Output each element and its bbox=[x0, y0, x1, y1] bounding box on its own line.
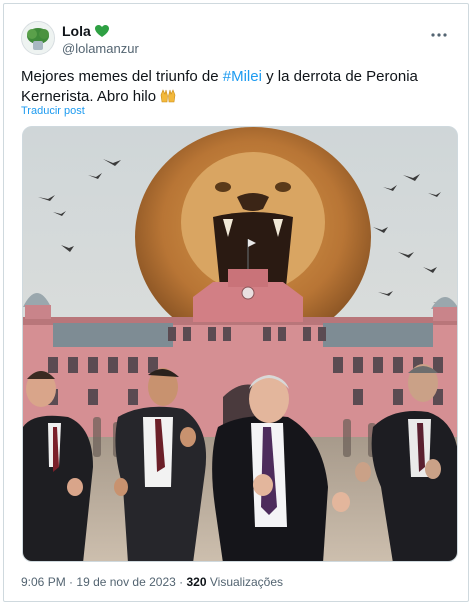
footer-separator-2: · bbox=[179, 575, 184, 589]
footer-separator: · bbox=[69, 575, 74, 589]
post-text: Mejores memes del triunfo de #Milei y la… bbox=[21, 67, 461, 107]
post-card: Lola @lolamanzur Mejores memes del triun… bbox=[3, 3, 469, 602]
views-label: Visualizações bbox=[209, 575, 284, 589]
more-options-icon[interactable] bbox=[429, 25, 449, 45]
author-handle[interactable]: @lolamanzur bbox=[62, 40, 139, 57]
meme-illustration bbox=[23, 127, 457, 561]
post-time[interactable]: 9:06 PM bbox=[21, 575, 66, 589]
post-footer: 9:06 PM · 19 de nov de 2023 · 320 Visual… bbox=[21, 575, 283, 589]
raised-hands-icon bbox=[160, 89, 176, 103]
author-names: Lola @lolamanzur bbox=[62, 23, 139, 57]
author-display-name-row[interactable]: Lola bbox=[62, 23, 139, 40]
post-media-image[interactable] bbox=[22, 126, 458, 562]
post-text-start: Mejores memes del triunfo de bbox=[21, 68, 223, 85]
avatar[interactable] bbox=[21, 21, 55, 55]
green-heart-icon bbox=[94, 25, 109, 37]
views-count[interactable]: 320 bbox=[187, 575, 207, 589]
post-date[interactable]: 19 de nov de 2023 bbox=[76, 575, 175, 589]
avatar-image bbox=[22, 22, 54, 54]
post-header: Lola @lolamanzur bbox=[21, 19, 451, 59]
author-display-name[interactable]: Lola bbox=[62, 23, 91, 40]
hashtag-link[interactable]: #Milei bbox=[223, 68, 262, 85]
translate-post-link[interactable]: Traducir post bbox=[21, 105, 85, 117]
